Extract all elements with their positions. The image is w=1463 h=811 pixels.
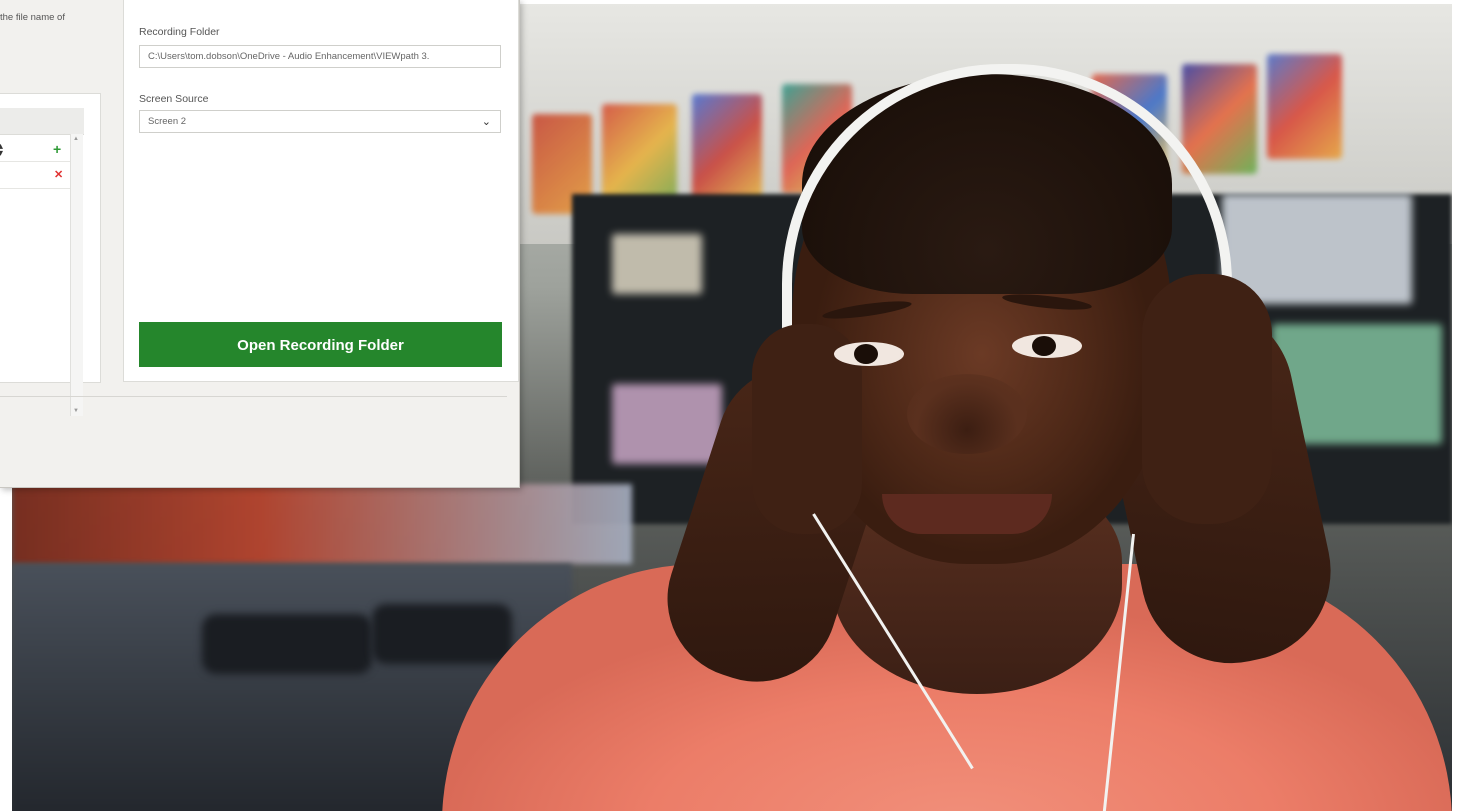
chair (372, 604, 512, 664)
board-card (612, 234, 702, 294)
wall-art (692, 94, 762, 209)
list-header (0, 108, 84, 135)
list-row-new[interactable]: ▴ ▾ + (0, 135, 70, 162)
left-eye (834, 342, 904, 366)
board-card (612, 384, 722, 464)
plus-icon[interactable]: + (53, 141, 61, 157)
scroll-down-icon[interactable]: ▼ (73, 408, 79, 414)
shelf (12, 484, 632, 564)
x-icon[interactable]: ✕ (54, 168, 63, 181)
smile (882, 494, 1052, 534)
screen-source-select[interactable]: Screen 2 ⌄ (139, 110, 501, 133)
list-scrollbar[interactable]: ▲ ▼ (70, 134, 83, 416)
stepper-icon[interactable]: ▴ ▾ (0, 142, 10, 159)
chevron-down-icon[interactable]: ⌄ (482, 111, 491, 132)
footer-divider (0, 396, 507, 397)
hint-text: the file name of (0, 12, 65, 23)
recording-settings-dialog: the file name of ▴ ▾ + ✕ ▲ ▼ Recording Fo… (0, 0, 520, 488)
chair (202, 614, 372, 674)
screen-source-label: Screen Source (139, 93, 209, 105)
list-row[interactable]: ✕ (0, 162, 70, 189)
recording-folder-field[interactable]: C:\Users\tom.dobson\OneDrive - Audio Enh… (139, 45, 501, 68)
wall-art (1182, 64, 1257, 174)
schedule-list-panel: ▴ ▾ + ✕ ▲ ▼ (0, 93, 101, 416)
screen-source-value: Screen 2 (148, 116, 187, 127)
scroll-up-icon[interactable]: ▲ (73, 136, 79, 142)
right-eye (1012, 334, 1082, 358)
right-hand (1142, 274, 1272, 524)
wall-art (1267, 54, 1342, 159)
recording-folder-label: Recording Folder (139, 26, 220, 38)
nose (907, 374, 1027, 454)
open-recording-folder-button[interactable]: Open Recording Folder (139, 322, 502, 367)
recording-settings-panel: Recording Folder C:\Users\tom.dobson\One… (123, 0, 519, 382)
